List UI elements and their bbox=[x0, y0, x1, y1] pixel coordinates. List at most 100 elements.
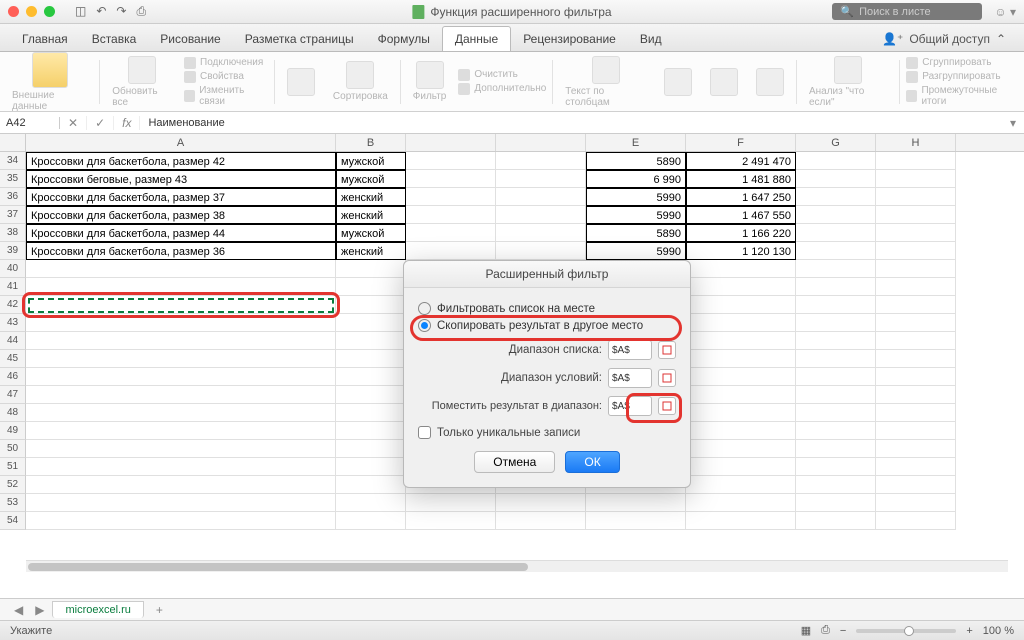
cell[interactable] bbox=[336, 404, 406, 422]
row-header[interactable]: 50 bbox=[0, 440, 26, 458]
cell[interactable] bbox=[796, 170, 876, 188]
cell[interactable] bbox=[336, 386, 406, 404]
cell[interactable] bbox=[406, 206, 496, 224]
worksheet-grid[interactable]: A B E F G H 34Кроссовки для баскетбола, … bbox=[0, 134, 1024, 614]
cell[interactable] bbox=[406, 242, 496, 260]
add-sheet-button[interactable]: + bbox=[148, 601, 171, 619]
cell[interactable] bbox=[336, 296, 406, 314]
consolidate-button[interactable] bbox=[750, 68, 790, 96]
cell[interactable] bbox=[796, 404, 876, 422]
row-header[interactable]: 54 bbox=[0, 512, 26, 530]
cell[interactable]: Кроссовки для баскетбола, размер 44 bbox=[26, 224, 336, 242]
group-button[interactable]: Сгруппировать bbox=[906, 57, 1018, 69]
cell[interactable] bbox=[26, 386, 336, 404]
cell[interactable] bbox=[796, 386, 876, 404]
row-header[interactable]: 51 bbox=[0, 458, 26, 476]
cell[interactable] bbox=[26, 332, 336, 350]
cell[interactable] bbox=[586, 512, 686, 530]
cell[interactable] bbox=[26, 512, 336, 530]
external-data-button[interactable]: Внешние данные bbox=[6, 52, 93, 112]
name-box[interactable]: A42 bbox=[0, 117, 60, 129]
refresh-all-button[interactable]: Обновить все bbox=[106, 56, 178, 108]
tab-draw[interactable]: Рисование bbox=[148, 27, 232, 51]
sort-button[interactable]: Сортировка bbox=[327, 61, 394, 102]
cell[interactable] bbox=[336, 332, 406, 350]
row-header[interactable]: 43 bbox=[0, 314, 26, 332]
row-header[interactable]: 52 bbox=[0, 476, 26, 494]
cell[interactable] bbox=[336, 512, 406, 530]
save-icon[interactable]: ◫ bbox=[75, 4, 86, 19]
tab-review[interactable]: Рецензирование bbox=[511, 27, 628, 51]
cell[interactable] bbox=[26, 296, 336, 314]
row-header[interactable]: 45 bbox=[0, 350, 26, 368]
select-all-corner[interactable] bbox=[0, 134, 26, 151]
maximize-icon[interactable] bbox=[44, 6, 55, 17]
row-header[interactable]: 41 bbox=[0, 278, 26, 296]
cell[interactable] bbox=[686, 278, 796, 296]
cell[interactable] bbox=[336, 494, 406, 512]
view-normal-icon[interactable]: ▦ bbox=[801, 624, 811, 637]
sheet-nav-next[interactable]: ▶ bbox=[31, 603, 48, 617]
cell[interactable] bbox=[876, 368, 956, 386]
cell[interactable] bbox=[876, 152, 956, 170]
cell[interactable] bbox=[26, 476, 336, 494]
tab-data[interactable]: Данные bbox=[442, 26, 511, 51]
sort-az-button[interactable] bbox=[281, 68, 321, 96]
cell[interactable] bbox=[406, 512, 496, 530]
col-header-f[interactable]: F bbox=[686, 134, 796, 151]
clear-filter-button[interactable]: Очистить bbox=[458, 69, 546, 81]
row-header[interactable]: 36 bbox=[0, 188, 26, 206]
data-validation-button[interactable] bbox=[704, 68, 744, 96]
remove-duplicates-button[interactable] bbox=[658, 68, 698, 96]
unique-records-checkbox[interactable]: Только уникальные записи bbox=[418, 426, 676, 439]
col-header-a[interactable]: A bbox=[26, 134, 336, 151]
cell[interactable] bbox=[796, 422, 876, 440]
cell[interactable]: женский bbox=[336, 242, 406, 260]
ok-button[interactable]: ОК bbox=[565, 451, 619, 473]
connections-button[interactable]: Подключения bbox=[184, 57, 268, 69]
cell[interactable] bbox=[496, 512, 586, 530]
cell[interactable] bbox=[876, 404, 956, 422]
cell[interactable] bbox=[876, 332, 956, 350]
cell[interactable] bbox=[406, 188, 496, 206]
cell[interactable] bbox=[876, 170, 956, 188]
cell[interactable] bbox=[686, 422, 796, 440]
cell[interactable] bbox=[586, 494, 686, 512]
cell[interactable] bbox=[26, 422, 336, 440]
cell[interactable]: 1 166 220 bbox=[686, 224, 796, 242]
cell[interactable] bbox=[876, 296, 956, 314]
cell[interactable] bbox=[796, 350, 876, 368]
expand-formula-icon[interactable]: ▾ bbox=[1002, 116, 1024, 130]
cell[interactable] bbox=[336, 350, 406, 368]
row-header[interactable]: 37 bbox=[0, 206, 26, 224]
cell[interactable]: 1 120 130 bbox=[686, 242, 796, 260]
cell[interactable]: 5990 bbox=[586, 206, 686, 224]
cell[interactable] bbox=[796, 458, 876, 476]
cell[interactable] bbox=[876, 260, 956, 278]
cell[interactable] bbox=[686, 314, 796, 332]
cell[interactable] bbox=[26, 458, 336, 476]
cell[interactable] bbox=[686, 476, 796, 494]
col-header-b[interactable]: B bbox=[336, 134, 406, 151]
cell[interactable]: 1 481 880 bbox=[686, 170, 796, 188]
filter-button[interactable]: Фильтр bbox=[407, 61, 453, 102]
cell[interactable] bbox=[26, 350, 336, 368]
row-header[interactable]: 38 bbox=[0, 224, 26, 242]
col-header-h[interactable]: H bbox=[876, 134, 956, 151]
range-picker-icon[interactable] bbox=[658, 341, 676, 359]
cell[interactable] bbox=[796, 278, 876, 296]
cell[interactable] bbox=[26, 368, 336, 386]
cell[interactable] bbox=[496, 242, 586, 260]
cell[interactable] bbox=[876, 512, 956, 530]
cell[interactable] bbox=[26, 278, 336, 296]
row-header[interactable]: 53 bbox=[0, 494, 26, 512]
cell[interactable] bbox=[496, 224, 586, 242]
cell[interactable] bbox=[686, 458, 796, 476]
cell[interactable]: мужской bbox=[336, 224, 406, 242]
range-picker-icon[interactable] bbox=[658, 369, 676, 387]
cell[interactable] bbox=[406, 494, 496, 512]
cell[interactable]: 5990 bbox=[586, 242, 686, 260]
cell[interactable] bbox=[876, 494, 956, 512]
col-header-g[interactable]: G bbox=[796, 134, 876, 151]
row-header[interactable]: 47 bbox=[0, 386, 26, 404]
